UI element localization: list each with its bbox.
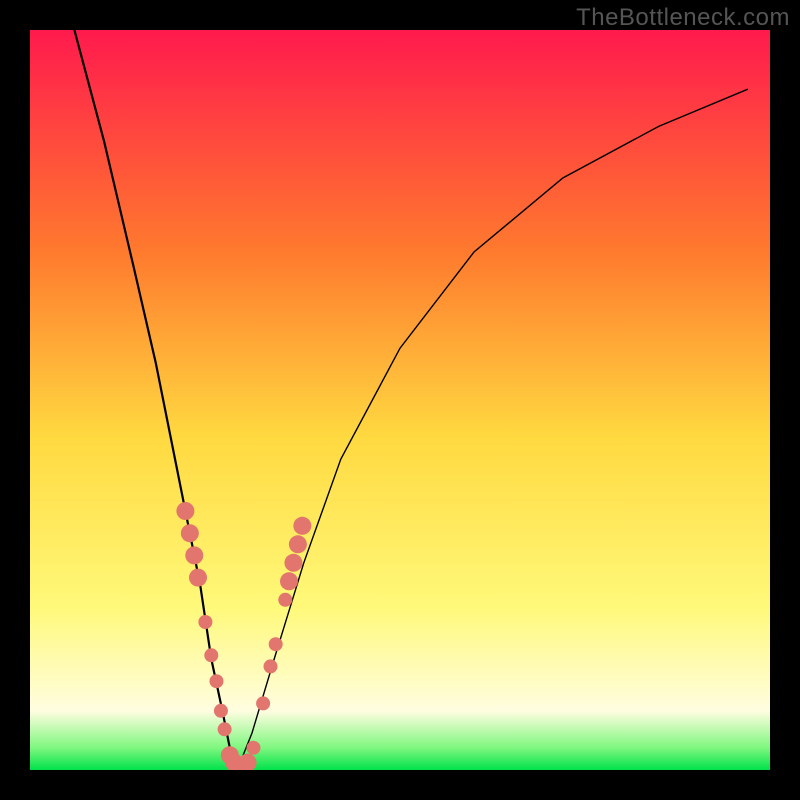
marker-dot [246,741,260,755]
marker-dot [218,722,232,736]
marker-dot [204,648,218,662]
marker-dot [269,637,283,651]
marker-dot [209,674,223,688]
marker-dot [289,535,307,553]
marker-dot [256,696,270,710]
marker-dot [278,593,292,607]
plot-area [30,30,770,770]
gradient-background [30,30,770,770]
marker-dot [185,546,203,564]
marker-dot [176,502,194,520]
marker-dot [264,659,278,673]
marker-dot [284,554,302,572]
marker-dot [198,615,212,629]
marker-dot [214,704,228,718]
marker-dot [189,569,207,587]
watermark-text: TheBottleneck.com [576,4,790,32]
marker-dot [280,572,298,590]
marker-dot [293,517,311,535]
bottleneck-chart [30,30,770,770]
chart-frame: TheBottleneck.com [0,0,800,800]
marker-dot [181,524,199,542]
